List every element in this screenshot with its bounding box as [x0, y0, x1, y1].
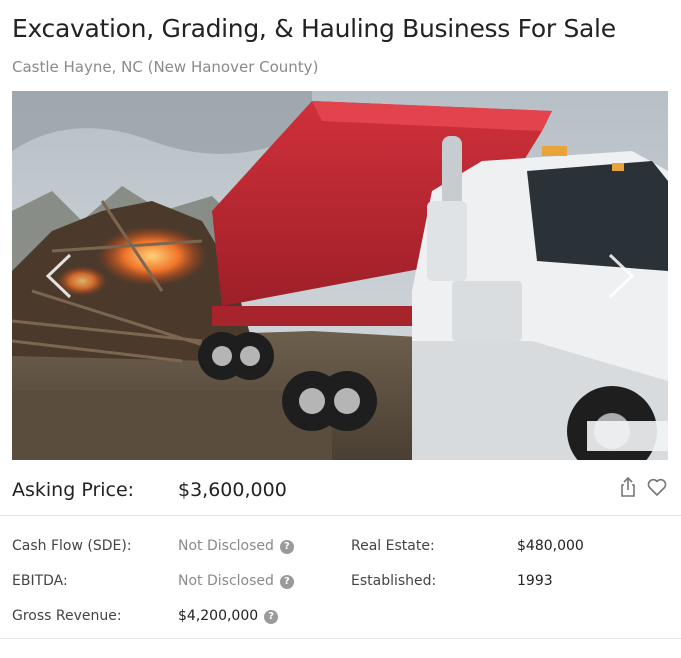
divider-bottom — [0, 638, 681, 639]
gallery-next-button[interactable] — [600, 251, 640, 301]
photo-gallery[interactable] — [12, 91, 668, 460]
asking-price-value: $3,600,000 — [178, 479, 287, 501]
cash-flow-label: Cash Flow (SDE): — [12, 538, 132, 554]
share-icon — [621, 476, 635, 497]
share-button[interactable] — [617, 476, 639, 498]
listing-photo — [12, 91, 668, 460]
real-estate-label: Real Estate: — [351, 538, 435, 554]
ebitda-value: Not Disclosed? — [178, 573, 294, 589]
chevron-left-icon — [45, 253, 72, 299]
chevron-right-icon — [608, 253, 635, 299]
established-label: Established: — [351, 573, 437, 589]
help-icon[interactable]: ? — [264, 610, 279, 624]
gross-revenue-value: $4,200,000? — [178, 608, 279, 624]
favorite-button[interactable] — [646, 476, 668, 498]
listing-title: Excavation, Grading, & Hauling Business … — [12, 14, 616, 43]
ebitda-label: EBITDA: — [12, 573, 68, 589]
listing-location: Castle Hayne, NC (New Hanover County) — [12, 58, 319, 76]
gross-revenue-label: Gross Revenue: — [12, 608, 122, 624]
gallery-prev-button[interactable] — [40, 251, 80, 301]
asking-price-row: Asking Price: $3,600,000 — [12, 476, 668, 504]
help-icon[interactable]: ? — [279, 540, 294, 554]
heart-icon — [647, 478, 667, 496]
help-icon[interactable]: ? — [279, 575, 294, 589]
cash-flow-value: Not Disclosed? — [178, 538, 294, 554]
established-value: 1993 — [517, 573, 553, 589]
real-estate-value: $480,000 — [517, 538, 584, 554]
asking-price-label: Asking Price: — [12, 479, 135, 501]
divider-top — [0, 515, 681, 516]
